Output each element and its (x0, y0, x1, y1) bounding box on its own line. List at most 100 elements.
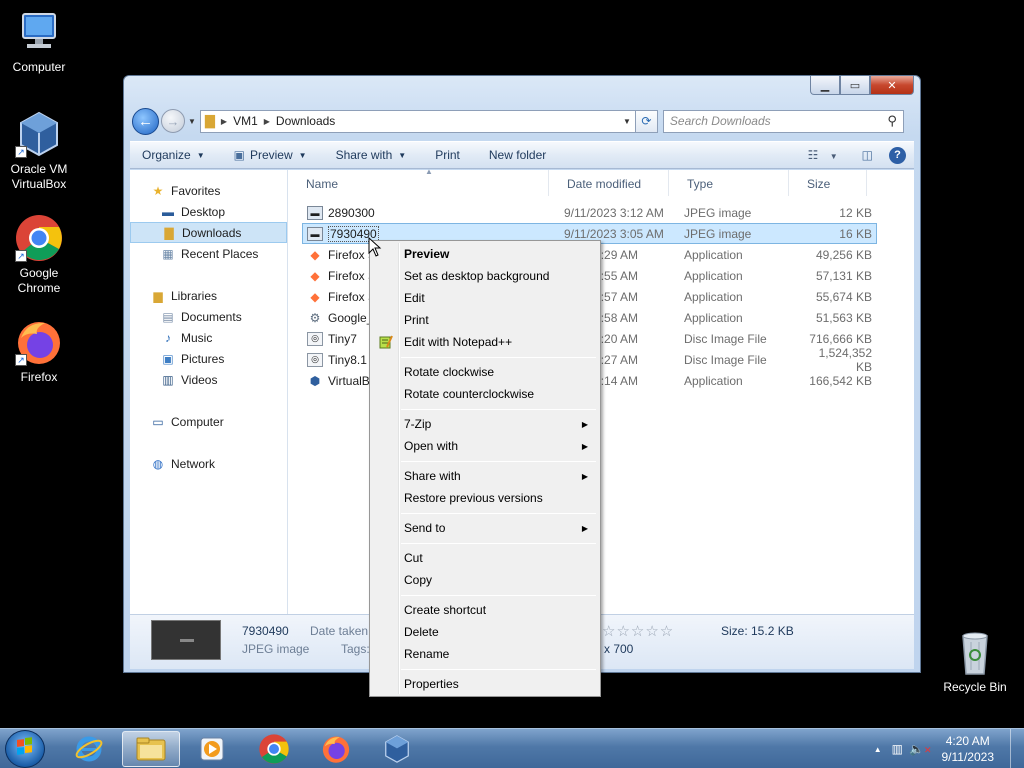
internet-explorer-icon (75, 736, 103, 762)
taskbar-media-player[interactable] (183, 731, 241, 767)
refresh-button[interactable]: ⟳ (635, 109, 658, 133)
nav-desktop[interactable]: ▬ Desktop (130, 201, 287, 222)
menu-item-edit-notepad[interactable]: Edit with Notepad++ (373, 331, 597, 353)
nav-recent-places[interactable]: ▦ Recent Places (130, 243, 287, 264)
taskbar-firefox[interactable] (307, 731, 365, 767)
shortcut-arrow-icon: ↗ (15, 354, 27, 366)
file-row[interactable]: ▬ 2890300 9/11/2023 3:12 AM JPEG image 12 K… (302, 202, 877, 223)
nav-downloads[interactable]: ▇ Downloads (130, 222, 287, 243)
taskbar-chrome[interactable] (245, 731, 303, 767)
show-hidden-icons-icon[interactable]: ▲ (874, 745, 882, 754)
taskbar-windows-explorer[interactable] (122, 731, 180, 767)
notepad-plus-plus-icon (378, 334, 394, 350)
rating-stars[interactable]: ☆☆☆☆☆ (602, 622, 674, 640)
jpeg-file-icon: ▬ (307, 226, 323, 241)
search-placeholder: Search Downloads (669, 114, 771, 128)
nav-pictures[interactable]: ▣ Pictures (130, 348, 287, 369)
view-options-icon[interactable]: ☷ ▼ (808, 148, 846, 162)
nav-favorites[interactable]: ★ Favorites (130, 180, 287, 201)
column-date[interactable]: Date modified (549, 170, 669, 196)
computer-icon: ▭ (152, 414, 164, 429)
desktop-icon-recycle-bin[interactable]: Recycle Bin (937, 630, 1013, 695)
menu-item-copy[interactable]: Copy (373, 569, 597, 591)
breadcrumb-arrow-icon[interactable]: ▶ (264, 117, 270, 126)
firefox-icon: ↗ (15, 318, 63, 366)
preview-button[interactable]: ▣ Preview ▼ (234, 148, 307, 162)
help-icon[interactable]: ? (889, 146, 906, 164)
menu-item-preview[interactable]: Preview (373, 243, 597, 265)
menu-item-rotate-counterclockwise[interactable]: Rotate counterclockwise (373, 383, 597, 405)
music-icon: ♪ (165, 330, 171, 345)
desktop-icon: ▬ (162, 204, 174, 219)
back-button[interactable]: ← (132, 107, 159, 135)
menu-item-set-desktop-background[interactable]: Set as desktop background (373, 265, 597, 287)
search-input[interactable]: Search Downloads ⚲ (662, 109, 904, 133)
menu-item-delete[interactable]: Delete (373, 621, 597, 643)
menu-item-edit[interactable]: Edit (373, 287, 597, 309)
recent-pages-dropdown[interactable]: ▼ (188, 117, 196, 126)
menu-item-rotate-clockwise[interactable]: Rotate clockwise (373, 361, 597, 383)
nav-music[interactable]: ♪ Music (130, 327, 287, 348)
details-tags-label: Tags: (341, 642, 370, 656)
desktop-icon-chrome[interactable]: ↗ Google Chrome (1, 214, 77, 296)
share-with-button[interactable]: Share with ▼ (336, 148, 407, 162)
breadcrumb-vm1[interactable]: VM1 (233, 114, 258, 128)
menu-item-properties[interactable]: Properties (373, 673, 597, 695)
recent-places-icon: ▦ (162, 246, 174, 261)
menu-item-7zip[interactable]: 7-Zip ▶ (373, 413, 597, 435)
menu-item-share-with[interactable]: Share with ▶ (373, 465, 597, 487)
preview-pane-icon[interactable]: ◫ (862, 148, 873, 162)
minimize-button[interactable]: ▁ (810, 76, 840, 95)
star-icon: ★ (152, 183, 164, 198)
column-size[interactable]: Size (789, 170, 867, 196)
show-desktop-button[interactable] (1010, 729, 1024, 768)
taskbar-virtualbox[interactable] (368, 731, 426, 767)
menu-item-create-shortcut[interactable]: Create shortcut (373, 599, 597, 621)
nav-libraries[interactable]: ▆ Libraries (130, 285, 287, 306)
menu-item-restore-previous-versions[interactable]: Restore previous versions (373, 487, 597, 509)
disc-image-icon: ◎ (307, 352, 323, 367)
print-button[interactable]: Print (435, 148, 460, 162)
address-bar[interactable]: ▇ ▶ VM1 ▶ Downloads ▼ (199, 109, 636, 133)
nav-documents[interactable]: ▤ Documents (130, 306, 287, 327)
downloads-folder-icon: ▇ (164, 225, 174, 240)
new-folder-button[interactable]: New folder (489, 148, 546, 162)
taskbar-internet-explorer[interactable] (60, 731, 118, 767)
address-dropdown[interactable]: ▼ (623, 117, 631, 126)
desktop-icon-computer[interactable]: Computer (1, 8, 77, 75)
network-status-icon[interactable]: ▥ (892, 742, 903, 756)
nav-computer[interactable]: ▭ Computer (130, 411, 287, 432)
taskbar: ▲ ▥ 🔈✕ 4:20 AM 9/11/2023 (0, 728, 1024, 768)
submenu-arrow-icon: ▶ (581, 419, 588, 429)
clock[interactable]: 4:20 AM 9/11/2023 (942, 733, 995, 765)
nav-videos[interactable]: ▥ Videos (130, 369, 287, 390)
nav-network[interactable]: ◍ Network (130, 453, 287, 474)
menu-item-send-to[interactable]: Send to ▶ (373, 517, 597, 539)
sort-arrow-icon: ▲ (425, 167, 433, 176)
menu-item-open-with[interactable]: Open with ▶ (373, 435, 597, 457)
menu-item-rename[interactable]: Rename (373, 643, 597, 665)
volume-muted-icon[interactable]: 🔈✕ (909, 742, 932, 756)
menu-item-cut[interactable]: Cut (373, 547, 597, 569)
desktop-icon-virtualbox[interactable]: ↗ Oracle VM VirtualBox (1, 110, 77, 192)
firefox-setup-icon: ◆ (310, 247, 320, 262)
forward-button[interactable]: → (161, 109, 185, 133)
breadcrumb-downloads[interactable]: Downloads (276, 114, 335, 128)
details-filetype: JPEG image (242, 642, 310, 656)
desktop-icon-label: Oracle VM VirtualBox (10, 162, 68, 191)
menu-item-print[interactable]: Print (373, 309, 597, 331)
start-button[interactable] (5, 730, 45, 768)
search-icon[interactable]: ⚲ (887, 113, 897, 129)
breadcrumb-arrow-icon[interactable]: ▶ (221, 117, 227, 126)
column-type[interactable]: Type (669, 170, 789, 196)
submenu-arrow-icon: ▶ (581, 523, 588, 533)
firefox-setup-icon: ◆ (310, 268, 320, 283)
chrome-icon (259, 734, 289, 764)
maximize-button[interactable]: ▭ (840, 76, 870, 95)
details-filename: 7930490 (242, 624, 289, 638)
close-button[interactable]: ✕ (870, 76, 914, 95)
organize-button[interactable]: Organize ▼ (142, 148, 205, 162)
submenu-arrow-icon: ▶ (581, 471, 588, 481)
column-name[interactable]: Name (288, 170, 549, 196)
desktop-icon-firefox[interactable]: ↗ Firefox (1, 318, 77, 385)
